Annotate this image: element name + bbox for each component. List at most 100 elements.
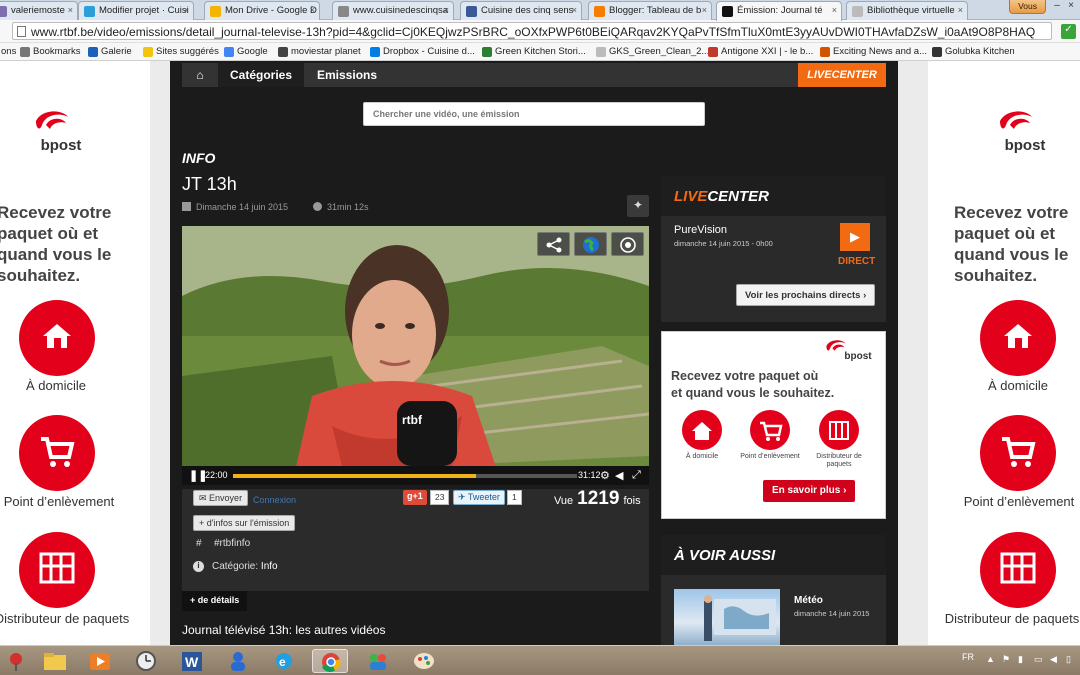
- google-plus-button[interactable]: g+1: [403, 490, 427, 505]
- close-tab-icon[interactable]: ×: [444, 5, 449, 15]
- address-url: www.rtbf.be/video/emissions/detail_journ…: [31, 25, 1036, 39]
- paint-icon[interactable]: [406, 649, 442, 673]
- word-icon[interactable]: W: [174, 649, 210, 673]
- service-label: Distributeur de paquets: [816, 453, 862, 468]
- bookmark-item[interactable]: Golubka Kitchen: [932, 46, 1015, 57]
- share-icon[interactable]: [537, 232, 570, 256]
- live-word: LIVE: [674, 188, 708, 205]
- network-icon[interactable]: ▮: [1018, 654, 1023, 665]
- livecenter-title: LIVECENTER: [661, 176, 886, 216]
- address-bar[interactable]: www.rtbf.be/video/emissions/detail_journ…: [12, 22, 1052, 40]
- learn-more-button[interactable]: En savoir plus ›: [763, 480, 856, 502]
- tweet-button[interactable]: ✈ Tweeter: [453, 490, 505, 505]
- bookmark-item[interactable]: Galerie: [88, 46, 132, 57]
- right-skin-ad[interactable]: bpost Recevez votre paquet où et quand v…: [928, 61, 1080, 645]
- close-tab-icon[interactable]: ×: [68, 5, 73, 15]
- internet-explorer-icon[interactable]: e: [266, 649, 302, 673]
- bookmark-item[interactable]: Dropbox - Cuisine d...: [370, 46, 475, 57]
- browser-tab[interactable]: valeriemoste ×: [0, 1, 78, 20]
- user-profile-button[interactable]: Vous: [1009, 0, 1046, 14]
- battery-icon[interactable]: ▭: [1034, 654, 1043, 665]
- more-info-button[interactable]: + d'infos sur l'émission: [193, 515, 296, 531]
- bookmark-item[interactable]: Antigone XXI | - le b...: [708, 46, 813, 57]
- bookmark-item[interactable]: Exciting News and a...: [820, 46, 927, 57]
- lightbulb-icon[interactable]: ✦: [627, 195, 649, 217]
- category-value[interactable]: Info: [261, 561, 278, 572]
- star-icon: [20, 47, 30, 57]
- bookmark-item[interactable]: GKS_Green_Clean_2...: [596, 46, 709, 57]
- progress-bar[interactable]: [233, 474, 577, 478]
- video-player[interactable]: rtbf ❚❚ 22:00 31:12 ⚙ ◀ ⤢: [182, 226, 649, 485]
- clock-icon: [313, 202, 322, 211]
- bookmark-item[interactable]: Sites suggérés: [143, 46, 219, 57]
- media-player-icon[interactable]: [82, 649, 118, 673]
- tab-favicon-icon: [0, 6, 7, 17]
- volume-icon[interactable]: ◀: [615, 469, 623, 482]
- nav-categories[interactable]: Catégories: [218, 63, 305, 87]
- action-center-icon[interactable]: ▯: [1066, 654, 1071, 665]
- nav-emissions[interactable]: Emissions: [305, 63, 389, 87]
- pinned-map-icon[interactable]: [2, 649, 38, 673]
- file-explorer-icon[interactable]: [36, 649, 72, 673]
- hashtag-link[interactable]: #rtbfinfo: [214, 538, 250, 549]
- bpost-banner-ad[interactable]: bpost Recevez votre paquet où et quand v…: [661, 331, 886, 519]
- send-button[interactable]: ✉ Envoyer: [193, 490, 249, 506]
- ad-line: Recevez votre paquet où: [671, 369, 819, 383]
- close-window-icon[interactable]: ×: [1064, 0, 1078, 16]
- bpost-swirl-icon: [1000, 111, 1032, 129]
- close-tab-icon[interactable]: ×: [184, 5, 189, 15]
- close-tab-icon[interactable]: ×: [958, 5, 963, 15]
- bookmark-label: Green Kitchen Stori...: [495, 46, 586, 57]
- live-channel[interactable]: PureVision: [674, 224, 727, 236]
- see-also-box: À VOIR AUSSI Météo dimanche 14 juin 2015: [661, 535, 886, 645]
- close-tab-icon[interactable]: ×: [572, 5, 577, 15]
- browser-tab-active[interactable]: Émission: Journal té ×: [716, 1, 842, 21]
- bookmark-item[interactable]: Green Kitchen Stori...: [482, 46, 586, 57]
- nav-livecenter[interactable]: LIVECENTER: [798, 63, 886, 87]
- close-tab-icon[interactable]: ×: [310, 5, 315, 15]
- tray-up-arrow-icon[interactable]: ▲: [986, 654, 995, 664]
- browser-tab[interactable]: Modifier projet · Cuisi ×: [78, 1, 194, 20]
- slogan-line: quand vous le: [954, 245, 1069, 264]
- browser-toolbar: www.rtbf.be/video/emissions/detail_journ…: [0, 20, 1080, 43]
- messenger-icon[interactable]: [220, 649, 256, 673]
- browser-tab[interactable]: Mon Drive - Google D ×: [204, 1, 320, 20]
- see-also-item-title[interactable]: Météo: [794, 595, 823, 606]
- clock-app-icon[interactable]: [128, 649, 164, 673]
- fullscreen-icon[interactable]: ⤢: [632, 469, 641, 482]
- close-tab-icon[interactable]: ×: [702, 5, 707, 15]
- bookmark-item[interactable]: Google: [224, 46, 268, 57]
- subtitles-icon[interactable]: [611, 232, 644, 256]
- globe-icon: [278, 47, 288, 57]
- slogan-line: paquet où et: [0, 224, 99, 243]
- people-app-icon[interactable]: [360, 649, 396, 673]
- bookmark-item[interactable]: Bookmarks: [20, 46, 81, 57]
- browser-tab[interactable]: www.cuisinedescinqsa ×: [332, 1, 454, 20]
- weather-thumbnail[interactable]: [674, 589, 780, 645]
- chevron-right-icon: ›: [863, 290, 867, 301]
- live-play-icon[interactable]: ▶: [840, 223, 870, 251]
- next-lives-button[interactable]: Voir les prochains directs ›: [736, 284, 876, 306]
- close-tab-icon[interactable]: ×: [832, 5, 837, 15]
- settings-gear-icon[interactable]: ⚙: [600, 469, 610, 482]
- search-input[interactable]: Chercher une vidéo, une émission: [363, 102, 705, 126]
- chrome-icon[interactable]: [312, 649, 348, 673]
- tray-flag-icon[interactable]: ⚑: [1002, 654, 1010, 665]
- more-details-button[interactable]: + de détails: [182, 591, 248, 611]
- home-icon[interactable]: ⌂: [182, 63, 218, 87]
- extension-icon[interactable]: ✓: [1061, 24, 1076, 39]
- globe-icon[interactable]: [574, 232, 607, 256]
- left-skin-ad[interactable]: bpost Recevez votre paquet où et quand v…: [0, 61, 150, 645]
- browser-tab[interactable]: Cuisine des cinq sens ×: [460, 1, 582, 20]
- minimize-window-icon[interactable]: –: [1050, 0, 1064, 16]
- bookmark-item[interactable]: moviestar planet: [278, 46, 361, 57]
- direct-label[interactable]: DIRECT: [838, 256, 875, 267]
- language-indicator[interactable]: FR: [962, 652, 974, 662]
- browser-tab[interactable]: Bibliothèque virtuelle ×: [846, 1, 968, 20]
- browser-tab[interactable]: Blogger: Tableau de b ×: [588, 1, 712, 20]
- volume-tray-icon[interactable]: ◀: [1050, 654, 1057, 665]
- bookmark-item[interactable]: ons: [0, 46, 16, 57]
- service-label: Distributeur de paquets: [944, 611, 1080, 626]
- login-link[interactable]: Connexion: [253, 495, 296, 505]
- player-controls: ❚❚ 22:00 31:12 ⚙ ◀ ⤢: [182, 466, 649, 485]
